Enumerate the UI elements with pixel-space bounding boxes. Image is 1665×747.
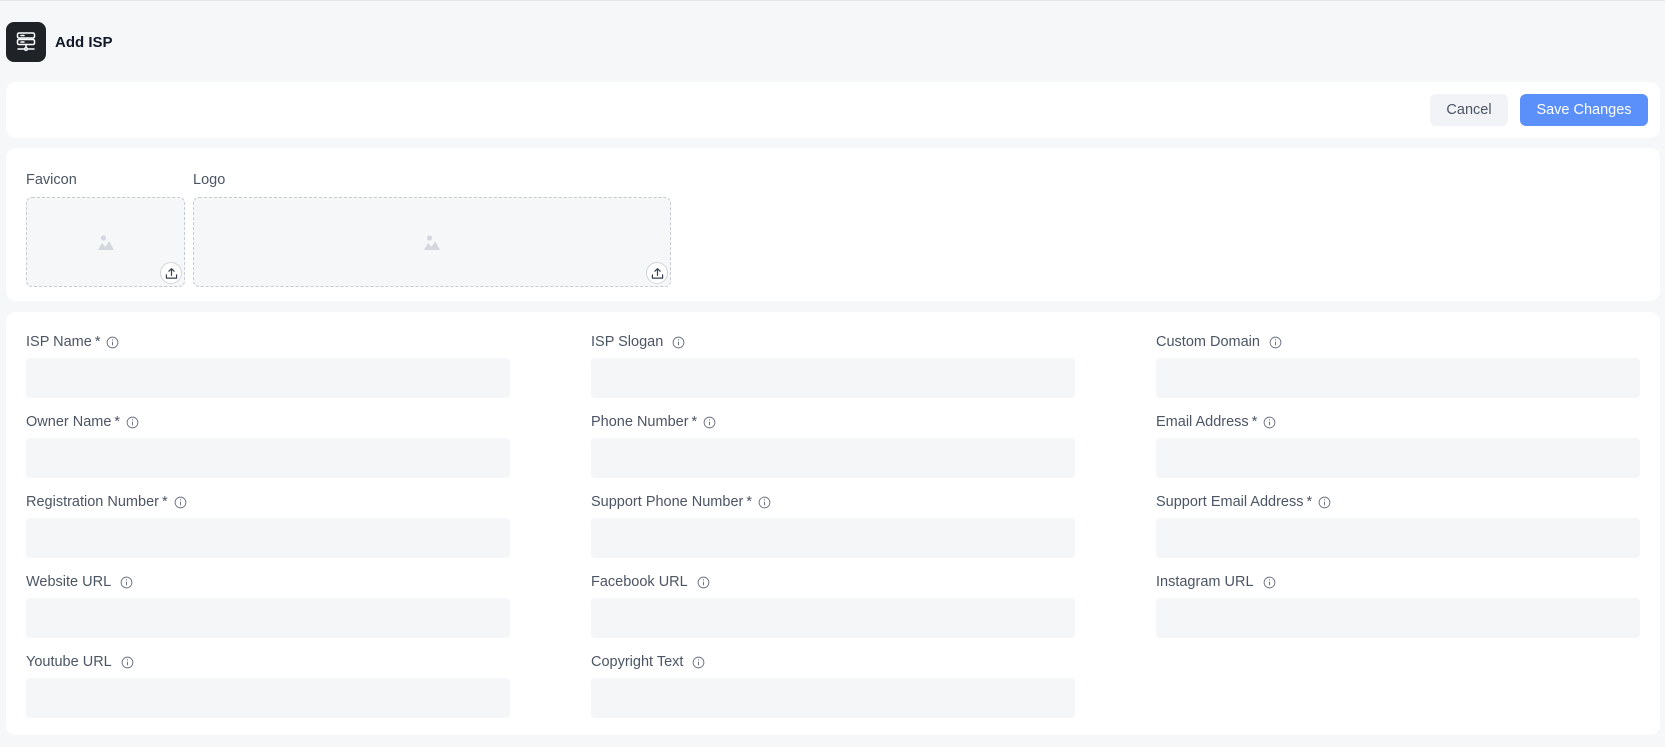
logo-dropzone[interactable] (193, 197, 671, 287)
phone-number-input[interactable] (591, 438, 1075, 478)
field-label: Support Email Address (1156, 494, 1304, 510)
info-icon (758, 496, 771, 508)
field-label: ISP Slogan (591, 334, 664, 350)
field-label: Website URL (26, 574, 112, 590)
field-isp-slogan: ISP Slogan (591, 332, 1075, 398)
required-marker: * (114, 414, 121, 430)
favicon-upload-group: Favicon (26, 170, 185, 287)
info-icon (121, 656, 134, 668)
info-icon (174, 496, 186, 508)
registration-number-input[interactable] (26, 518, 510, 558)
server-stack-icon (6, 22, 46, 62)
info-icon (120, 576, 133, 588)
field-facebook-url: Facebook URL (591, 572, 1075, 638)
youtube-url-input[interactable] (26, 678, 510, 718)
info-icon (1263, 576, 1275, 588)
info-icon (1269, 336, 1282, 348)
field-label: Custom Domain (1156, 334, 1260, 350)
facebook-url-input[interactable] (591, 598, 1075, 638)
logo-label: Logo (193, 172, 226, 188)
info-icon (703, 416, 716, 428)
field-label: Youtube URL (26, 654, 112, 670)
info-icon (107, 336, 119, 348)
field-isp-name: ISP Name * (26, 332, 510, 398)
info-icon (672, 336, 685, 348)
field-email-address: Email Address * (1156, 412, 1640, 478)
field-support-phone-number: Support Phone Number * (591, 492, 1075, 558)
required-marker: * (1306, 494, 1313, 510)
field-label: Phone Number (591, 414, 689, 430)
support-phone-number-input[interactable] (591, 518, 1075, 558)
actions-bar: Cancel Save Changes (6, 82, 1660, 138)
website-url-input[interactable] (26, 598, 510, 638)
field-owner-name: Owner Name * (26, 412, 510, 478)
info-icon (697, 576, 710, 588)
field-label: Facebook URL (591, 574, 688, 590)
info-icon (693, 656, 705, 668)
top-divider (0, 0, 1665, 1)
field-label: Instagram URL (1156, 574, 1254, 590)
save-changes-button[interactable]: Save Changes (1520, 94, 1648, 126)
support-email-address-input[interactable] (1156, 518, 1640, 558)
isp-name-input[interactable] (26, 358, 510, 398)
logo-upload-icon[interactable] (646, 262, 668, 284)
field-support-email-address: Support Email Address * (1156, 492, 1640, 558)
isp-details-form: ISP Name * ISP Slogan Custom Domain Owner… (6, 312, 1660, 735)
info-icon (1263, 416, 1276, 428)
field-registration-number: Registration Number * (26, 492, 510, 558)
field-label: ISP Name (26, 334, 92, 350)
required-marker: * (691, 414, 698, 430)
field-label: Owner Name (26, 414, 112, 430)
field-label: Registration Number (26, 494, 159, 510)
field-phone-number: Phone Number * (591, 412, 1075, 478)
page-title: Add ISP (55, 33, 113, 51)
field-label: Email Address (1156, 414, 1249, 430)
copyright-text-input[interactable] (591, 678, 1075, 718)
image-placeholder-icon (424, 235, 440, 250)
isp-slogan-input[interactable] (591, 358, 1075, 398)
cancel-button[interactable]: Cancel (1430, 94, 1508, 126)
field-copyright-text: Copyright Text (591, 652, 1075, 718)
email-address-input[interactable] (1156, 438, 1640, 478)
owner-name-input[interactable] (26, 438, 510, 478)
logo-upload-group: Logo (193, 170, 671, 287)
custom-domain-input[interactable] (1156, 358, 1640, 398)
field-website-url: Website URL (26, 572, 510, 638)
info-icon (126, 416, 139, 428)
info-icon (1318, 496, 1331, 508)
field-label: Copyright Text (591, 654, 684, 670)
field-label: Support Phone Number (591, 494, 744, 510)
media-card: Favicon Logo (6, 148, 1660, 301)
required-marker: * (161, 494, 168, 510)
page-header: Add ISP (6, 22, 113, 62)
favicon-label: Favicon (26, 172, 77, 188)
required-marker: * (746, 494, 752, 510)
required-marker: * (1251, 414, 1258, 430)
image-placeholder-icon (97, 235, 114, 250)
field-instagram-url: Instagram URL (1156, 572, 1640, 638)
required-marker: * (94, 334, 101, 350)
field-custom-domain: Custom Domain (1156, 332, 1640, 398)
favicon-dropzone[interactable] (26, 197, 185, 287)
instagram-url-input[interactable] (1156, 598, 1640, 638)
field-youtube-url: Youtube URL (26, 652, 510, 718)
favicon-upload-icon[interactable] (160, 262, 182, 284)
